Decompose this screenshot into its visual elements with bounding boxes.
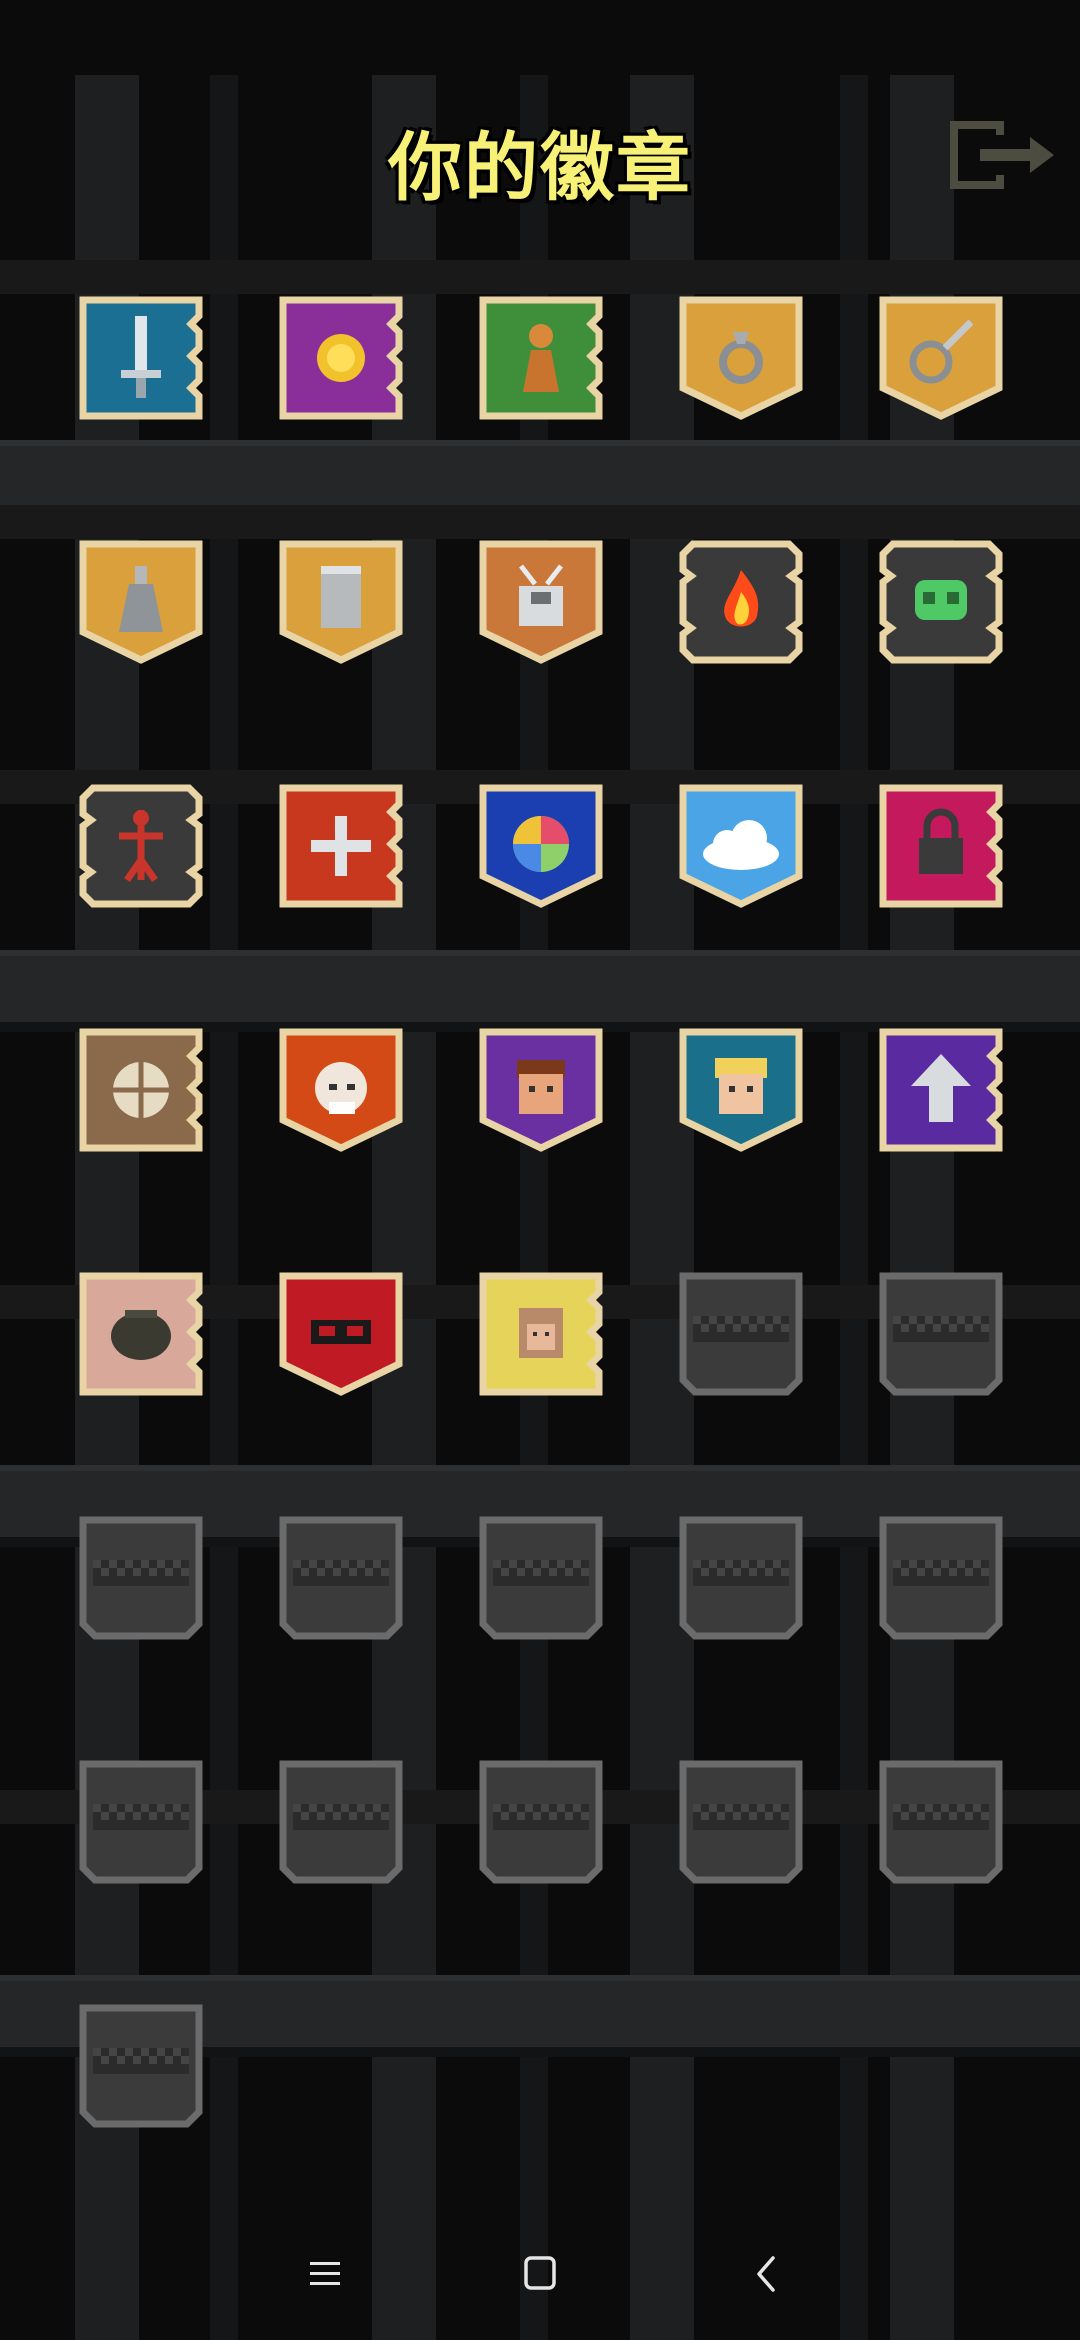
lock-badge[interactable]	[875, 780, 1007, 912]
locked-badge[interactable]	[75, 1756, 207, 1888]
badge-grid	[0, 0, 1080, 2200]
locked-badge[interactable]	[875, 1268, 1007, 1400]
mask-badge[interactable]	[275, 1268, 407, 1400]
locked-badge[interactable]	[75, 1512, 207, 1644]
pot-badge[interactable]	[75, 1268, 207, 1400]
backpack-badge[interactable]	[475, 536, 607, 668]
locked-badge[interactable]	[75, 2000, 207, 2132]
locked-badge[interactable]	[875, 1512, 1007, 1644]
huntress-badge[interactable]	[675, 1024, 807, 1156]
face-icon	[517, 1060, 565, 1114]
wheel-icon	[113, 1062, 169, 1118]
locked-badge[interactable]	[675, 1756, 807, 1888]
ring-badge[interactable]	[675, 292, 807, 424]
locked-badge[interactable]	[675, 1512, 807, 1644]
gold-coin-badge[interactable]	[275, 292, 407, 424]
health-badge[interactable]	[275, 780, 407, 912]
wheel-badge[interactable]	[75, 1024, 207, 1156]
fire-badge[interactable]	[675, 536, 807, 668]
old-hero-badge[interactable]	[275, 1024, 407, 1156]
potion-badge[interactable]	[75, 536, 207, 668]
locked-badge[interactable]	[275, 1512, 407, 1644]
ankh-badge[interactable]	[75, 780, 207, 912]
mask-icon	[311, 1320, 371, 1344]
back-chevron-icon[interactable]	[733, 2248, 803, 2300]
locked-badge[interactable]	[475, 1756, 607, 1888]
portrait-icon	[519, 1308, 563, 1358]
portrait-badge[interactable]	[475, 1268, 607, 1400]
cloud-badge[interactable]	[675, 780, 807, 912]
warrior-badge[interactable]	[475, 1024, 607, 1156]
level-up-badge[interactable]	[875, 1024, 1007, 1156]
locked-badge[interactable]	[675, 1268, 807, 1400]
orb-icon	[513, 816, 569, 872]
blonde-face-icon	[715, 1058, 767, 1114]
whistle-badge[interactable]	[875, 292, 1007, 424]
locked-badge[interactable]	[275, 1756, 407, 1888]
locked-badge[interactable]	[475, 1512, 607, 1644]
sword-badge[interactable]	[75, 292, 207, 424]
skull-badge[interactable]	[875, 536, 1007, 668]
pawn-badge[interactable]	[475, 292, 607, 424]
home-square-icon[interactable]	[505, 2248, 575, 2300]
menu-icon[interactable]	[290, 2248, 360, 2300]
scroll-icon	[321, 566, 361, 628]
skull-icon	[915, 580, 967, 620]
locked-badge[interactable]	[875, 1756, 1007, 1888]
old-face-icon	[315, 1062, 367, 1114]
coin-icon	[317, 334, 365, 382]
scroll-badge[interactable]	[275, 536, 407, 668]
orb-badge[interactable]	[475, 780, 607, 912]
